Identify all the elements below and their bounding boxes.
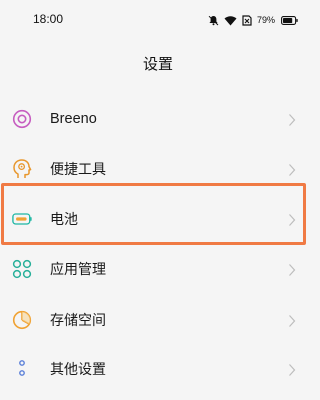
menu-item-label: 其他设置 xyxy=(50,362,106,378)
breeno-ring-icon xyxy=(12,109,32,129)
wifi-icon xyxy=(224,15,237,26)
alarm-bell-icon xyxy=(208,15,219,26)
menu-item-label: 应用管理 xyxy=(50,262,106,278)
status-time: 18:00 xyxy=(33,12,64,26)
chevron-right-icon xyxy=(288,112,296,126)
head-gear-icon xyxy=(12,159,32,179)
status-icons: 79% xyxy=(208,13,298,27)
status-bar: 18:00 79% xyxy=(0,0,316,40)
menu-item-label: 便捷工具 xyxy=(50,162,106,178)
app-grid-icon xyxy=(12,259,32,279)
page-title: 设置 xyxy=(142,55,173,73)
menu-item-other-settings[interactable]: 其他设置 xyxy=(0,344,316,394)
chevron-right-icon xyxy=(288,162,296,176)
highlight-box xyxy=(1,183,306,245)
menu-item-label: 存储空间 xyxy=(50,313,106,329)
chevron-right-icon xyxy=(288,362,296,376)
sim-off-icon xyxy=(242,14,252,26)
menu-item-label: Breeno xyxy=(50,111,97,127)
chevron-right-icon xyxy=(288,262,296,276)
more-dots-icon xyxy=(12,359,32,379)
menu-item-breeno[interactable]: Breeno xyxy=(0,94,316,144)
menu-item-app-management[interactable]: 应用管理 xyxy=(0,244,316,294)
battery-icon xyxy=(281,15,298,25)
menu-item-storage[interactable]: 存储空间 xyxy=(0,295,316,345)
chevron-right-icon xyxy=(288,313,296,327)
battery-percent: 79% xyxy=(256,15,275,25)
pie-chart-icon xyxy=(12,310,32,330)
